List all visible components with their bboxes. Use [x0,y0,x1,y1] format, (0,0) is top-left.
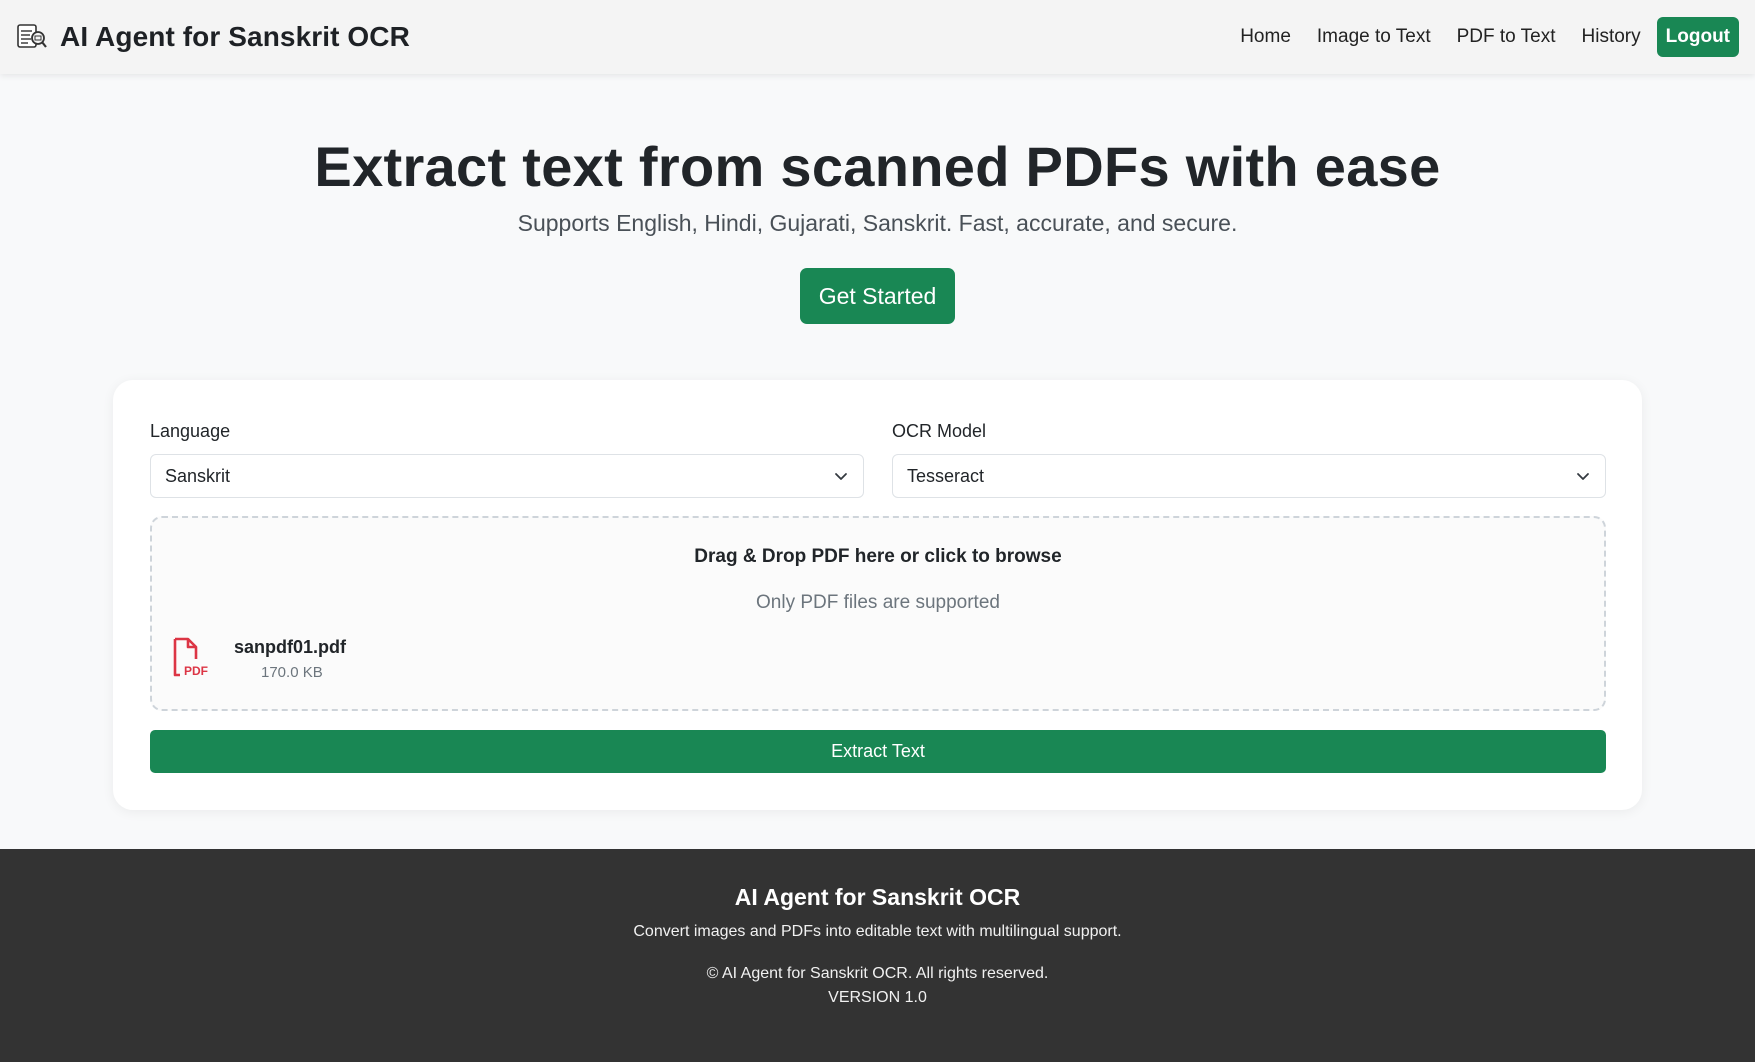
brand-title: AI Agent for Sanskrit OCR [60,21,410,52]
get-started-button[interactable]: Get Started [800,268,955,324]
nav-home[interactable]: Home [1227,26,1304,48]
nav-pdf-to-text[interactable]: PDF to Text [1444,26,1569,48]
hero-title: Extract text from scanned PDFs with ease [314,135,1441,198]
language-select-value: Sanskrit [165,465,231,486]
ocr-model-label: OCR Model [892,421,987,441]
language-label: Language [150,421,231,441]
pdf-dropzone[interactable]: Drag & Drop PDF here or click to browse … [150,516,1606,711]
extract-text-button[interactable]: Extract Text [150,730,1606,773]
chevron-down-icon [833,468,849,484]
brand[interactable]: AI Agent for Sanskrit OCR [16,21,410,53]
footer-title: AI Agent for Sanskrit OCR [734,884,1021,910]
nav-image-to-text[interactable]: Image to Text [1304,26,1444,48]
scanner-document-icon [16,22,48,52]
file-size: 170.0 KB [261,664,323,681]
dropzone-title: Drag & Drop PDF here or click to browse [694,546,1062,567]
footer-copyright: © AI Agent for Sanskrit OCR. All rights … [706,965,1049,982]
top-navbar: AI Agent for Sanskrit OCR Home Image to … [0,0,1755,74]
hero-subtitle: Supports English, Hindi, Gujarati, Sansk… [517,210,1238,236]
main-nav: Home Image to Text PDF to Text History L… [1227,17,1739,57]
selected-file: PDF sanpdf01.pdf 170.0 KB [172,637,472,687]
upload-card: Language Sanskrit OCR Model Tesseract Dr… [113,380,1642,810]
file-name: sanpdf01.pdf [234,637,347,657]
footer-version: VERSION 1.0 [828,989,927,1006]
ocr-model-select-value: Tesseract [907,465,985,486]
dropzone-hint: Only PDF files are supported [756,592,1000,613]
language-select[interactable]: Sanskrit [150,454,864,498]
logout-button[interactable]: Logout [1656,17,1739,57]
ocr-model-select[interactable]: Tesseract [892,454,1606,498]
pdf-file-icon: PDF [172,637,212,679]
pdf-icon-label: PDF [184,664,208,678]
nav-history[interactable]: History [1569,26,1654,48]
footer-description: Convert images and PDFs into editable te… [633,923,1122,940]
site-footer: AI Agent for Sanskrit OCR Convert images… [0,849,1755,1062]
chevron-down-icon [1575,468,1591,484]
